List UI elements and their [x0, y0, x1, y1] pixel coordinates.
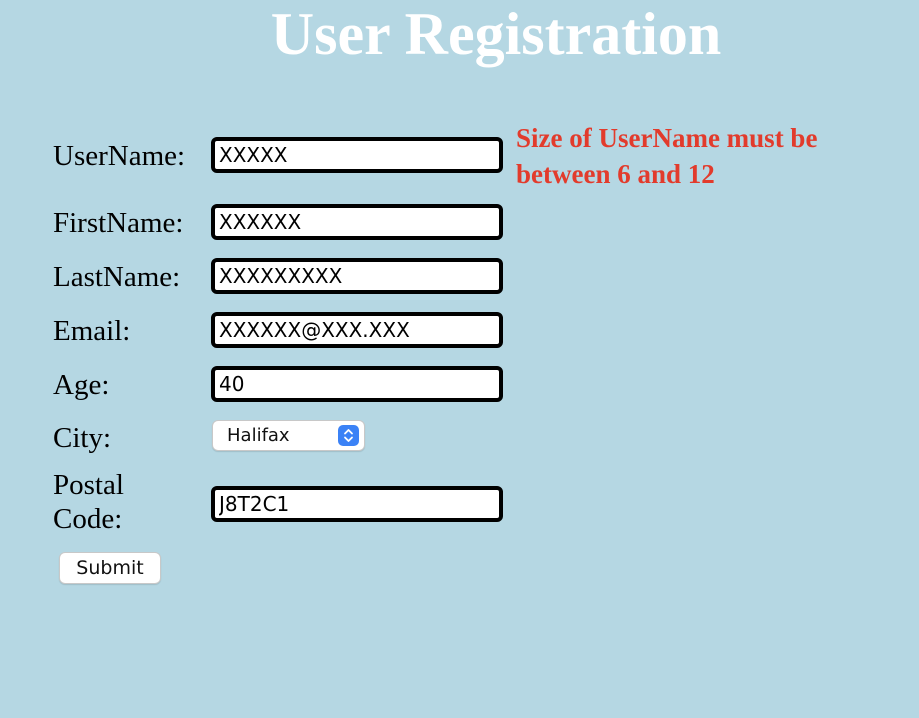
city-select[interactable]: Halifax	[212, 420, 365, 451]
page-title: User Registration	[270, 1, 722, 67]
age-label: Age:	[53, 369, 110, 401]
email-input[interactable]	[211, 312, 503, 348]
username-error-message: Size of UserName must be between 6 and 1…	[516, 123, 818, 189]
chevron-up-down-icon	[338, 425, 359, 446]
username-input[interactable]	[211, 137, 503, 173]
postal-code-label-line1: Postal	[53, 469, 124, 501]
lastname-input[interactable]	[211, 258, 503, 294]
postal-code-label: Postal Code:	[53, 468, 124, 536]
lastname-label: LastName:	[53, 261, 181, 293]
city-label: City:	[53, 422, 112, 454]
email-label: Email:	[53, 315, 131, 347]
submit-button[interactable]: Submit	[59, 552, 161, 584]
firstname-label: FirstName:	[53, 207, 184, 239]
city-select-value: Halifax	[227, 425, 290, 446]
age-input[interactable]	[211, 366, 503, 402]
postal-code-label-line2: Code:	[53, 503, 123, 535]
username-label: UserName:	[53, 140, 186, 172]
postal-code-input[interactable]	[211, 486, 503, 522]
firstname-input[interactable]	[211, 204, 503, 240]
